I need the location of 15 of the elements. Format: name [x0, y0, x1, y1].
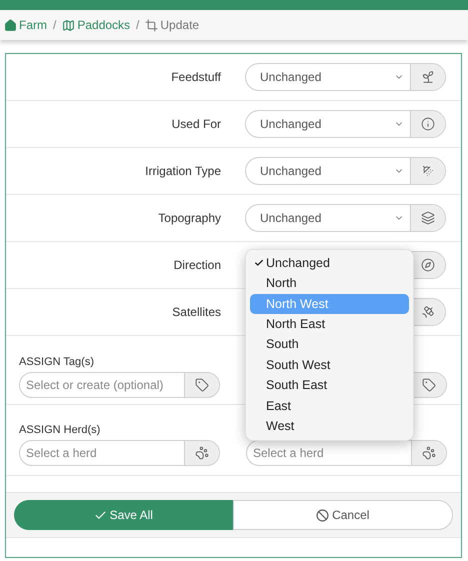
select-value: Unchanged [260, 69, 322, 86]
breadcrumb-separator: / [136, 17, 140, 34]
breadcrumb-separator: / [53, 17, 56, 34]
breadcrumb-current: Update [160, 17, 200, 34]
field-label: Feedstuff [170, 69, 221, 86]
select-value: Unchanged [260, 163, 322, 180]
assign-label: ASSIGN Herd(s) [19, 422, 100, 438]
select-value: Unchanged [260, 116, 322, 133]
assign-label: ASSIGN Tag(s) [19, 354, 94, 370]
field-label: Irrigation Type [144, 163, 221, 180]
field-label: Used For [170, 116, 221, 133]
field-label: Satellites [171, 304, 221, 321]
field-label: Direction [172, 257, 221, 274]
select-value: Unchanged [260, 210, 322, 227]
field-label: Topography [157, 210, 221, 227]
